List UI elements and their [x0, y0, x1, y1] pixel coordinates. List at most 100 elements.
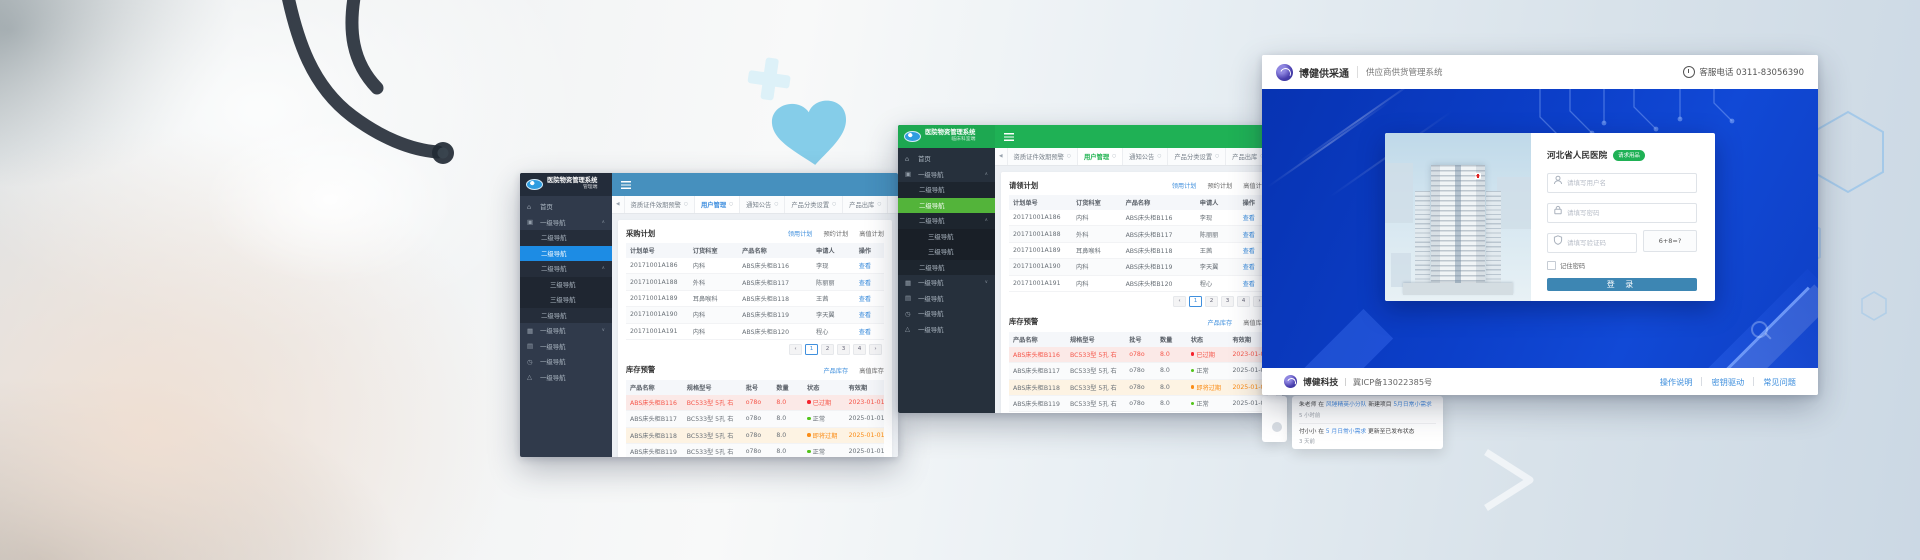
- sidebar-item[interactable]: ◷ 一级导航: [898, 306, 995, 322]
- tab[interactable]: 产品分类设置: [785, 196, 843, 213]
- username-input[interactable]: [1547, 173, 1697, 193]
- tab[interactable]: 用户管理: [1078, 148, 1123, 165]
- tab[interactable]: 资质证件效期预警: [625, 196, 695, 213]
- collapse-tabs-icon[interactable]: [995, 148, 1008, 165]
- page-button[interactable]: 4: [1237, 296, 1250, 307]
- page-button[interactable]: 1: [1189, 296, 1202, 307]
- page-button[interactable]: 3: [837, 344, 850, 355]
- sidebar-item[interactable]: ⌂ 首页: [520, 199, 612, 215]
- dept-cell: 内科: [1072, 275, 1122, 291]
- login-banner: 河北省人民医院 请求用品: [1262, 89, 1818, 368]
- view-link[interactable]: 查看: [855, 307, 884, 323]
- view-link[interactable]: 查看: [855, 274, 884, 290]
- chevron-icon: ∧: [985, 172, 988, 177]
- content-area: 请领计划 领用计划预约计划高值计划 计划单号订货科室产品名称申请人操作: [995, 166, 1282, 413]
- sidebar-item[interactable]: ▤ 一级导航: [898, 291, 995, 307]
- sidebar-item[interactable]: △ 一级导航: [898, 322, 995, 338]
- view-link[interactable]: 查看: [855, 323, 884, 339]
- view-link[interactable]: 查看: [855, 290, 884, 306]
- column-header: 批号: [1125, 332, 1156, 347]
- sidebar-item-icon: ◷: [527, 358, 536, 366]
- login-form: 河北省人民医院 请求用品: [1531, 133, 1715, 301]
- sidebar-item[interactable]: 三级导航: [520, 277, 612, 293]
- sidebar-item[interactable]: ▦ 一级导航 ∨: [898, 275, 995, 291]
- sidebar-item[interactable]: ◷ 一级导航: [520, 354, 612, 370]
- sidebar-item[interactable]: ▣ 一级导航 ∧: [898, 167, 995, 183]
- page-button[interactable]: 2: [1205, 296, 1218, 307]
- status-cell: 即将过期: [803, 427, 845, 443]
- password-input[interactable]: [1547, 203, 1697, 223]
- page-button[interactable]: 1: [805, 344, 818, 355]
- section-links: 领用计划预约计划高值计划: [1172, 181, 1268, 190]
- menu-toggle-icon[interactable]: [1004, 133, 1014, 141]
- plan-type-link[interactable]: 高值计划: [859, 229, 884, 238]
- page-button[interactable]: 2: [821, 344, 834, 355]
- page-button[interactable]: ‹: [789, 344, 802, 355]
- activity-feed-card: 朱老师 在 风锤精英小分队 新建项目 5月日常小需求 5 小时前 付小小 在 5…: [1292, 396, 1443, 449]
- section-links: 领用计划 预约计划 高值计划: [788, 229, 884, 238]
- sidebar-item[interactable]: 三级导航: [520, 292, 612, 308]
- feed-link[interactable]: 风锤精英小分队: [1326, 402, 1367, 408]
- sidebar-item[interactable]: 二级导航: [520, 246, 612, 262]
- sidebar-item[interactable]: △ 一级导航: [520, 370, 612, 386]
- city-block: [1391, 253, 1411, 287]
- tab[interactable]: 通知公告: [740, 196, 785, 213]
- page-button[interactable]: 3: [1221, 296, 1234, 307]
- page-button[interactable]: ‹: [1173, 296, 1186, 307]
- sidebar-item[interactable]: ⌂ 首页: [898, 151, 995, 167]
- sidebar-item[interactable]: 二级导航 ∧: [898, 213, 995, 229]
- icp-number[interactable]: 冀ICP备13022385号: [1353, 376, 1432, 388]
- tab[interactable]: 资质证件效期预警: [1008, 148, 1078, 165]
- sidebar-menu: ⌂ 首页 ▣ 一级导航 ∧ 二级导航: [520, 196, 612, 457]
- sidebar-item[interactable]: 二级导航: [520, 230, 612, 246]
- login-button[interactable]: 登 录: [1547, 278, 1697, 291]
- captcha-question[interactable]: 6+8=?: [1643, 230, 1697, 252]
- sidebar: 医院物资管理系统 管理端 ⌂ 首页 ▣ 一级导航 ∧: [520, 173, 612, 457]
- sidebar-item[interactable]: 三级导航: [898, 229, 995, 245]
- feed-link[interactable]: 5 月日常小需求: [1326, 429, 1366, 435]
- applicant-cell: 李现: [812, 258, 855, 274]
- batch-cell: o78o: [742, 427, 773, 443]
- menu-toggle-icon[interactable]: [621, 181, 631, 189]
- batch-cell: o78o: [1125, 396, 1156, 412]
- plan-type-link[interactable]: 预约计划: [824, 229, 849, 238]
- collapse-tabs-icon[interactable]: [612, 196, 625, 213]
- product-cell: ABS床头柜B117: [626, 411, 683, 427]
- sidebar-item[interactable]: 二级导航: [898, 198, 995, 214]
- stock-type-link[interactable]: 产品库存: [824, 366, 849, 375]
- footer-link-help[interactable]: 操作说明: [1660, 376, 1693, 388]
- sidebar-item[interactable]: ▤ 一级导航: [520, 339, 612, 355]
- feed-link[interactable]: 5月日常小需求: [1393, 402, 1431, 408]
- plan-type-link[interactable]: 预约计划: [1208, 181, 1233, 190]
- page-button[interactable]: ›: [869, 344, 882, 355]
- stock-type-link[interactable]: 高值库存: [859, 366, 884, 375]
- tab[interactable]: 产品分类设置: [1168, 148, 1226, 165]
- city-block: [1497, 177, 1531, 229]
- sidebar-item[interactable]: 三级导航: [898, 244, 995, 260]
- footer-link-faq[interactable]: 常见问题: [1763, 376, 1796, 388]
- page-button[interactable]: 4: [853, 344, 866, 355]
- remember-checkbox[interactable]: [1547, 261, 1556, 270]
- tab[interactable]: 产品出库: [843, 196, 888, 213]
- sidebar-item[interactable]: ▣ 一级导航 ∧: [520, 215, 612, 231]
- tab[interactable]: 通知公告: [1123, 148, 1168, 165]
- stock-type-link[interactable]: 产品库存: [1208, 318, 1233, 327]
- footer-link-key[interactable]: 密钥驱动: [1711, 376, 1744, 388]
- service-phone: 客服电话 0311-83056390: [1683, 66, 1804, 78]
- tab[interactable]: 用户管理: [695, 196, 740, 213]
- sidebar-item-icon: ▤: [905, 294, 914, 302]
- sidebar-item[interactable]: 二级导航: [898, 260, 995, 276]
- plan-type-link[interactable]: 领用计划: [1172, 181, 1197, 190]
- status-dot-icon: [1191, 385, 1195, 389]
- plan-type-link[interactable]: 领用计划: [788, 229, 813, 238]
- sidebar-item[interactable]: 二级导航 ∧: [520, 261, 612, 277]
- status-cell: 已过期: [803, 395, 845, 411]
- view-link[interactable]: 查看: [855, 258, 884, 274]
- brand-logo-icon: [526, 179, 543, 190]
- column-header: 产品名称: [626, 380, 683, 395]
- brand-name: 博健供采通: [1299, 65, 1349, 80]
- feed-timestamp: 3 天前: [1299, 437, 1436, 445]
- sidebar-item[interactable]: ▦ 一级导航 ∨: [520, 323, 612, 339]
- sidebar-item[interactable]: 二级导航: [520, 308, 612, 324]
- sidebar-item[interactable]: 二级导航: [898, 182, 995, 198]
